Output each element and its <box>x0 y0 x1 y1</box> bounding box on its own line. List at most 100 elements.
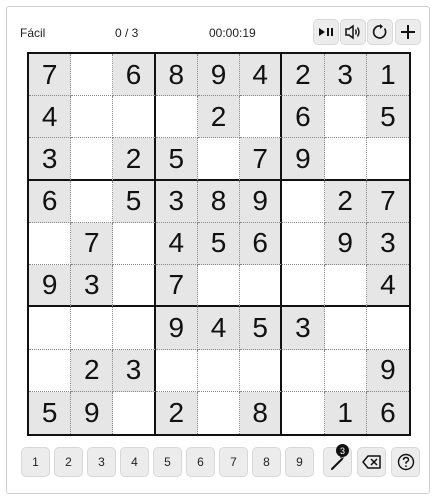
sudoku-cell-r4c2[interactable] <box>71 180 114 223</box>
sudoku-cell-r5c5[interactable]: 5 <box>197 222 241 266</box>
number-key-3[interactable]: 3 <box>87 447 116 477</box>
sudoku-cell-r7c4[interactable]: 9 <box>155 307 198 350</box>
sudoku-cell-r5c3[interactable] <box>113 222 156 266</box>
sound-button[interactable] <box>340 19 366 45</box>
sudoku-cell-r3c3[interactable]: 2 <box>113 138 156 181</box>
sudoku-cell-r3c2[interactable] <box>71 138 114 181</box>
sudoku-cell-r5c2[interactable]: 7 <box>71 222 114 266</box>
sudoku-cell-r9c9[interactable]: 6 <box>366 391 409 434</box>
sudoku-cell-r9c5[interactable] <box>198 391 241 434</box>
sudoku-cell-r5c7[interactable] <box>282 222 325 266</box>
sudoku-cell-r2c1[interactable]: 4 <box>29 96 72 139</box>
sudoku-cell-r6c7[interactable] <box>282 265 325 308</box>
sudoku-cell-r8c2[interactable]: 2 <box>71 349 114 392</box>
sudoku-cell-r7c7[interactable]: 3 <box>282 307 325 350</box>
sudoku-cell-r2c5[interactable]: 2 <box>197 96 241 139</box>
new-game-button[interactable] <box>395 19 421 45</box>
sudoku-cell-r3c4[interactable]: 5 <box>155 138 198 181</box>
sudoku-cell-r8c1[interactable] <box>29 349 72 392</box>
number-key-6[interactable]: 6 <box>186 447 215 477</box>
sudoku-cell-r6c5[interactable] <box>197 265 241 308</box>
number-key-1[interactable]: 1 <box>21 447 50 477</box>
erase-button[interactable] <box>357 447 386 477</box>
sudoku-cell-r6c6[interactable] <box>240 265 283 308</box>
sudoku-cell-r9c1[interactable]: 5 <box>29 391 72 434</box>
sudoku-cell-r4c4[interactable]: 3 <box>155 180 198 223</box>
sudoku-cell-r7c1[interactable] <box>29 307 72 350</box>
sudoku-cell-r6c2[interactable]: 3 <box>71 265 114 308</box>
sudoku-cell-r5c6[interactable]: 6 <box>240 222 283 266</box>
sudoku-cell-r2c4[interactable] <box>155 96 198 139</box>
progress-counter: 0 / 3 <box>115 26 139 40</box>
sudoku-cell-r3c5[interactable] <box>197 138 241 181</box>
sudoku-cell-r4c5[interactable]: 8 <box>197 180 241 223</box>
number-key-4[interactable]: 4 <box>120 447 149 477</box>
sudoku-cell-r2c6[interactable] <box>240 96 283 139</box>
sudoku-cell-r8c5[interactable] <box>197 349 241 392</box>
sudoku-cell-r1c7[interactable]: 2 <box>282 54 325 97</box>
sudoku-cell-r5c4[interactable]: 4 <box>155 222 198 266</box>
sudoku-cell-r7c3[interactable] <box>113 307 156 350</box>
sudoku-cell-r3c8[interactable] <box>324 138 367 181</box>
sudoku-cell-r2c7[interactable]: 6 <box>282 96 325 139</box>
sudoku-cell-r2c9[interactable]: 5 <box>366 96 409 139</box>
sudoku-cell-r2c2[interactable] <box>71 96 114 139</box>
sudoku-cell-r5c8[interactable]: 9 <box>324 222 367 266</box>
sudoku-cell-r3c6[interactable]: 7 <box>240 138 283 181</box>
sudoku-cell-r9c8[interactable]: 1 <box>324 391 367 434</box>
sudoku-cell-r1c3[interactable]: 6 <box>113 54 156 97</box>
number-key-9[interactable]: 9 <box>285 447 314 477</box>
sudoku-cell-r6c8[interactable] <box>324 265 367 308</box>
help-button[interactable] <box>391 447 420 477</box>
sudoku-cell-r8c6[interactable] <box>240 349 283 392</box>
sudoku-cell-r7c5[interactable]: 4 <box>197 307 241 350</box>
sudoku-cell-r8c9[interactable]: 9 <box>366 349 409 392</box>
sudoku-cell-r5c1[interactable] <box>29 222 72 266</box>
sudoku-cell-r8c7[interactable] <box>282 349 325 392</box>
sudoku-cell-r9c6[interactable]: 8 <box>240 391 283 434</box>
sudoku-cell-r6c3[interactable] <box>113 265 156 308</box>
sudoku-cell-r3c7[interactable]: 9 <box>282 138 325 181</box>
number-key-8[interactable]: 8 <box>252 447 281 477</box>
number-key-5[interactable]: 5 <box>153 447 182 477</box>
play-pause-button[interactable] <box>313 19 339 45</box>
sudoku-cell-r7c9[interactable] <box>366 307 409 350</box>
sudoku-cell-r5c9[interactable]: 3 <box>366 222 409 266</box>
sudoku-cell-r7c6[interactable]: 5 <box>240 307 283 350</box>
sudoku-cell-r7c8[interactable] <box>324 307 367 350</box>
sudoku-cell-r8c3[interactable]: 3 <box>113 349 156 392</box>
sudoku-cell-r4c8[interactable]: 2 <box>324 180 367 223</box>
sudoku-cell-r4c1[interactable]: 6 <box>29 180 72 223</box>
erase-icon <box>361 455 381 469</box>
sudoku-cell-r4c3[interactable]: 5 <box>113 180 156 223</box>
sudoku-cell-r6c9[interactable]: 4 <box>366 265 409 308</box>
sudoku-cell-r1c8[interactable]: 3 <box>324 54 367 97</box>
sudoku-cell-r9c3[interactable] <box>113 391 156 434</box>
sudoku-cell-r9c4[interactable]: 2 <box>155 391 198 434</box>
sudoku-cell-r6c4[interactable]: 7 <box>155 265 198 308</box>
sudoku-cell-r4c9[interactable]: 7 <box>366 180 409 223</box>
number-key-2[interactable]: 2 <box>54 447 83 477</box>
sudoku-cell-r8c4[interactable] <box>155 349 198 392</box>
sudoku-cell-r1c1[interactable]: 7 <box>29 54 72 97</box>
sudoku-cell-r7c2[interactable] <box>71 307 114 350</box>
hint-button[interactable]: 3 <box>323 444 352 477</box>
sudoku-cell-r8c8[interactable] <box>324 349 367 392</box>
sudoku-cell-r9c2[interactable]: 9 <box>71 391 114 434</box>
sudoku-cell-r4c6[interactable]: 9 <box>240 180 283 223</box>
sudoku-cell-r2c3[interactable] <box>113 96 156 139</box>
sudoku-cell-r1c2[interactable] <box>71 54 114 97</box>
sudoku-cell-r4c7[interactable] <box>282 180 325 223</box>
sudoku-cell-r1c6[interactable]: 4 <box>240 54 283 97</box>
sudoku-cell-r9c7[interactable] <box>282 391 325 434</box>
sudoku-cell-r1c5[interactable]: 9 <box>197 54 241 97</box>
sudoku-cell-r3c9[interactable] <box>366 138 409 181</box>
sudoku-cell-r2c8[interactable] <box>324 96 367 139</box>
sudoku-cell-r3c1[interactable]: 3 <box>29 138 72 181</box>
sudoku-cell-r1c4[interactable]: 8 <box>155 54 198 97</box>
sudoku-cell-r1c9[interactable]: 1 <box>366 54 409 97</box>
game-timer: 00:00:19 <box>209 26 256 40</box>
number-key-7[interactable]: 7 <box>219 447 248 477</box>
restart-button[interactable] <box>367 19 393 45</box>
sudoku-cell-r6c1[interactable]: 9 <box>29 265 72 308</box>
